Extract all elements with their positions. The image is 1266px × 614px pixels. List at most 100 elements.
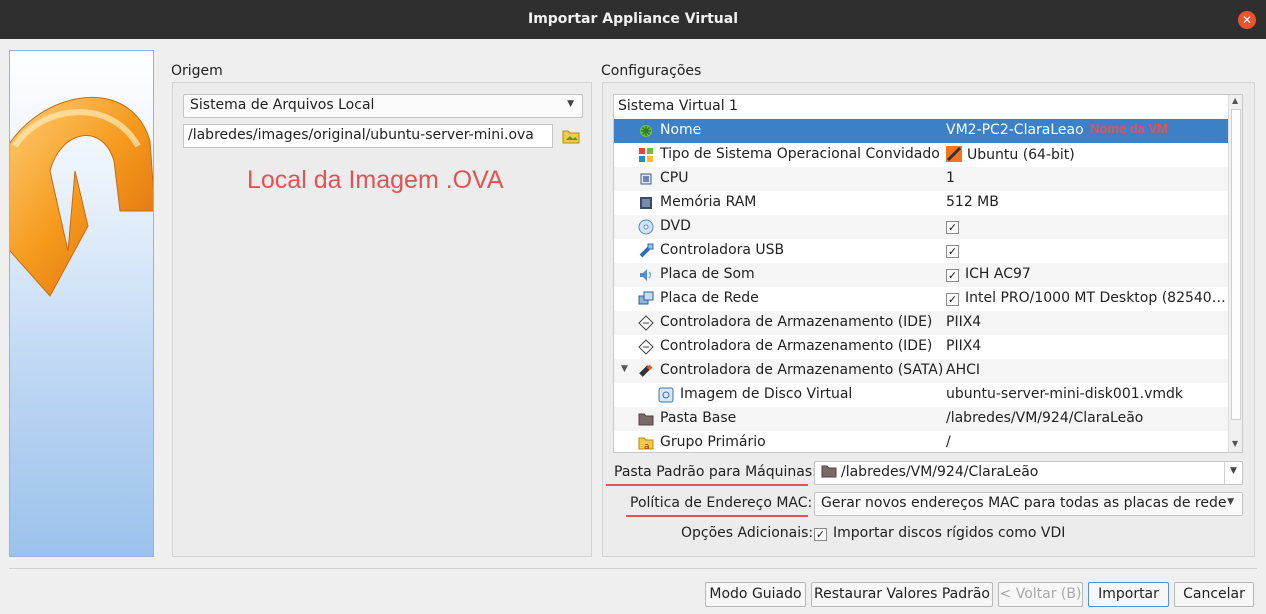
source-type-select[interactable]: Sistema de Arquivos Local ▼ <box>183 94 583 118</box>
row-label: Grupo Primário <box>660 434 766 450</box>
network-icon <box>638 291 654 307</box>
svg-text:a: a <box>644 442 650 451</box>
row-value[interactable]: ✓ <box>946 218 1226 234</box>
file-path-value: /labredes/images/original/ubuntu-server-… <box>188 127 534 143</box>
tree-root-row[interactable]: Sistema Virtual 1 <box>614 95 1228 119</box>
row-value[interactable]: / <box>946 434 1226 450</box>
ide-icon <box>638 315 654 331</box>
tree-row-os-type[interactable]: Tipo de Sistema Operacional Convidado Ub… <box>614 143 1228 167</box>
tree-row-ide-2[interactable]: Controladora de Armazenamento (IDE) PIIX… <box>614 335 1228 359</box>
settings-group-title: Configurações <box>601 63 702 79</box>
underline-annotation <box>606 484 808 486</box>
usb-icon <box>638 243 654 259</box>
browse-file-icon[interactable] <box>562 127 580 144</box>
ide-icon <box>638 339 654 355</box>
os-type-icon <box>638 147 654 163</box>
tree-row-disk-image[interactable]: Imagem de Disco Virtual ubuntu-server-mi… <box>614 383 1228 407</box>
tree-row-usb[interactable]: Controladora USB ✓ <box>614 239 1228 263</box>
row-label: Placa de Som <box>660 266 755 282</box>
tree-row-name[interactable]: Nome VM2-PC2-ClaraLeao Nome da VM <box>614 119 1228 143</box>
row-label: Controladora USB <box>660 242 785 258</box>
folder-icon <box>821 465 837 478</box>
tree-row-ram[interactable]: Memória RAM 512 MB <box>614 191 1228 215</box>
mac-policy-label: Política de Endereço MAC: <box>630 495 813 511</box>
ubuntu-icon <box>946 146 962 162</box>
row-label: Controladora de Armazenamento (IDE) <box>660 338 933 354</box>
row-value[interactable]: VM2-PC2-ClaraLeao <box>946 122 1226 138</box>
row-label: Nome <box>660 122 702 138</box>
machine-folder-select[interactable]: /labredes/VM/924/ClaraLeão ▼ <box>814 461 1243 485</box>
name-icon <box>638 123 654 139</box>
button-separator <box>9 568 1257 569</box>
mac-policy-select[interactable]: Gerar novos endereços MAC para todas as … <box>814 492 1243 516</box>
row-value[interactable]: PIIX4 <box>946 314 1226 330</box>
machine-folder-label: Pasta Padrão para Máquinas: <box>614 464 817 480</box>
import-vdi-option[interactable]: ✓ Importar discos rígidos como VDI <box>814 525 1065 541</box>
virtual-system-label: Sistema Virtual 1 <box>618 98 738 114</box>
tree-row-dvd[interactable]: DVD ✓ <box>614 215 1228 239</box>
tree-row-primary-group[interactable]: a Grupo Primário / <box>614 431 1228 452</box>
row-value[interactable]: 1 <box>946 170 1226 186</box>
row-label: CPU <box>660 170 689 186</box>
sound-value: ICH AC97 <box>965 266 1031 282</box>
close-icon[interactable]: ✕ <box>1238 11 1256 29</box>
dvd-checkbox[interactable]: ✓ <box>946 221 959 234</box>
scroll-down-icon[interactable]: ▼ <box>1232 439 1238 448</box>
row-value[interactable]: ✓ ICH AC97 <box>946 266 1226 282</box>
ova-location-annotation: Local da Imagem .OVA <box>247 166 504 194</box>
tree-row-cpu[interactable]: CPU 1 <box>614 167 1228 191</box>
scroll-up-icon[interactable]: ▲ <box>1232 96 1238 105</box>
tree-row-network[interactable]: Placa de Rede ✓ Intel PRO/1000 MT Desktop… <box>614 287 1228 311</box>
row-value[interactable]: ✓ <box>946 242 1226 258</box>
import-vdi-checkbox[interactable]: ✓ <box>814 528 827 541</box>
row-label: Pasta Base <box>660 410 737 426</box>
cancel-button[interactable]: Cancelar <box>1174 582 1254 607</box>
row-label: Placa de Rede <box>660 290 759 306</box>
extra-options-label: Opções Adicionais: <box>681 525 814 541</box>
import-button[interactable]: Importar <box>1088 582 1169 607</box>
title-bar: Importar Appliance Virtual ✕ <box>0 0 1266 39</box>
window-title: Importar Appliance Virtual <box>527 11 738 27</box>
tree-scrollbar[interactable]: ▲ ▼ <box>1228 95 1242 452</box>
wizard-banner-image <box>9 50 154 557</box>
restore-defaults-button[interactable]: Restaurar Valores Padrão <box>811 582 993 607</box>
scrollbar-thumb[interactable] <box>1231 109 1241 420</box>
sound-checkbox[interactable]: ✓ <box>946 269 959 282</box>
collapse-arrow-icon[interactable]: ▼ <box>621 364 628 374</box>
row-value[interactable]: Ubuntu (64-bit) <box>946 146 1226 163</box>
tree-row-sound[interactable]: Placa de Som ✓ ICH AC97 <box>614 263 1228 287</box>
ram-icon <box>638 195 654 211</box>
row-label: DVD <box>660 218 691 234</box>
chevron-down-icon: ▼ <box>1230 466 1237 476</box>
os-type-value: Ubuntu (64-bit) <box>967 147 1075 163</box>
group-icon: a <box>638 435 654 452</box>
dropdown-button[interactable]: ▼ <box>1224 462 1242 484</box>
import-vdi-label: Importar discos rígidos como VDI <box>833 525 1066 541</box>
tree-row-base-folder[interactable]: Pasta Base /labredes/VM/924/ClaraLeão <box>614 407 1228 431</box>
sound-icon <box>638 267 654 283</box>
tree-row-sata[interactable]: ▼ Controladora de Armazenamento (SATA) A… <box>614 359 1228 383</box>
sata-icon <box>638 363 654 379</box>
row-value[interactable]: PIIX4 <box>946 338 1226 354</box>
file-path-input[interactable]: /labredes/images/original/ubuntu-server-… <box>183 124 553 148</box>
appliance-settings-tree[interactable]: Sistema Virtual 1 Nome VM2-PC2-ClaraLeao… <box>613 94 1243 453</box>
cpu-icon <box>638 171 654 187</box>
back-button[interactable]: < Voltar (B) <box>998 582 1083 607</box>
usb-checkbox[interactable]: ✓ <box>946 245 959 258</box>
folder-icon <box>638 411 654 427</box>
row-value[interactable]: ✓ Intel PRO/1000 MT Desktop (82540… <box>946 290 1226 306</box>
row-value[interactable]: 512 MB <box>946 194 1226 210</box>
network-checkbox[interactable]: ✓ <box>946 293 959 306</box>
dvd-icon <box>638 219 654 235</box>
source-group-title: Origem <box>171 63 223 79</box>
source-type-value: Sistema de Arquivos Local <box>190 97 375 113</box>
tree-row-ide-1[interactable]: Controladora de Armazenamento (IDE) PIIX… <box>614 311 1228 335</box>
row-value[interactable]: AHCI <box>946 362 1226 378</box>
guided-mode-button[interactable]: Modo Guiado <box>705 582 806 607</box>
chevron-down-icon: ▼ <box>567 99 574 109</box>
row-value[interactable]: /labredes/VM/924/ClaraLeão <box>946 410 1226 426</box>
disk-image-icon <box>658 387 674 403</box>
import-arrow-icon <box>10 96 153 297</box>
row-value[interactable]: ubuntu-server-mini-disk001.vmdk <box>946 386 1226 402</box>
machine-folder-value: /labredes/VM/924/ClaraLeão <box>841 464 1039 480</box>
